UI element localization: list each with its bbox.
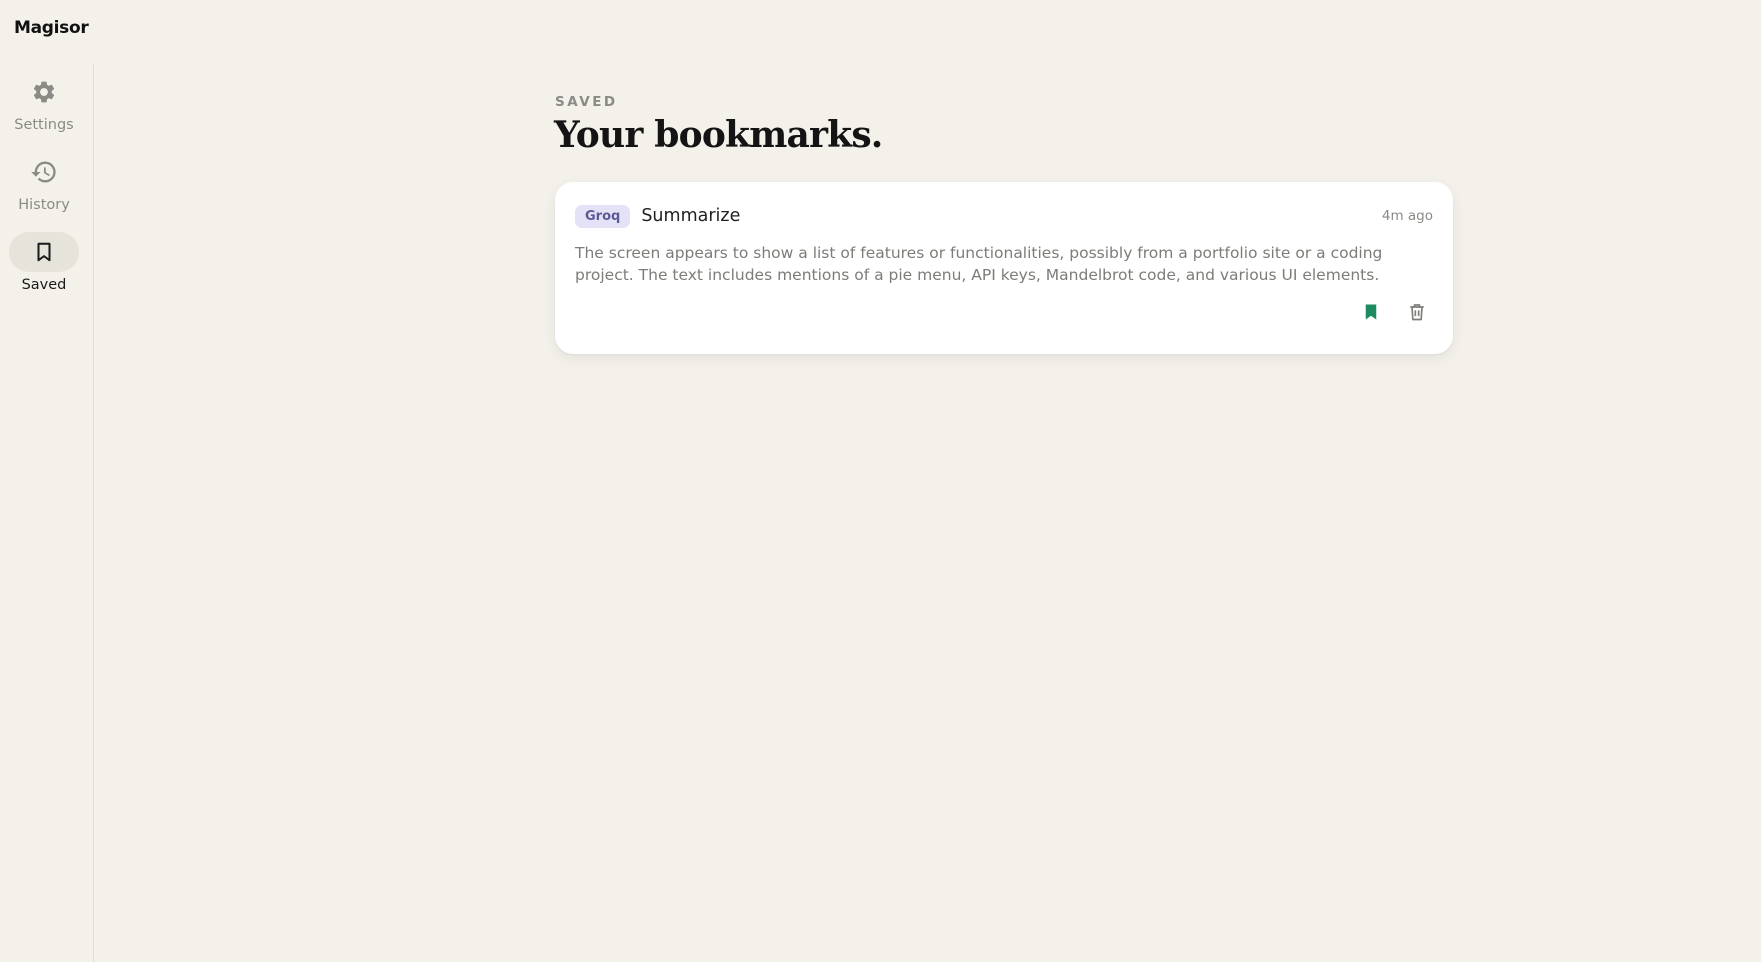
provider-badge: Groq xyxy=(575,204,631,228)
bookmark-icon-wrap xyxy=(9,232,79,272)
unbookmark-button[interactable] xyxy=(1359,300,1383,324)
sidebar: Settings History Saved xyxy=(0,64,94,962)
sidebar-item-label: History xyxy=(18,197,70,213)
sidebar-item-settings[interactable]: Settings xyxy=(0,72,88,133)
app-title: Magisor xyxy=(14,18,89,38)
history-icon-wrap xyxy=(9,152,79,192)
bookmark-text: The screen appears to show a list of fea… xyxy=(575,244,1383,284)
sidebar-item-label: Settings xyxy=(14,117,74,133)
settings-icon-wrap xyxy=(9,72,79,112)
sidebar-item-label: Saved xyxy=(21,277,67,293)
bookmark-actions xyxy=(1359,300,1429,324)
gear-icon xyxy=(33,81,55,103)
bookmark-card-header: Groq Summarize 4m ago xyxy=(575,202,1433,230)
history-icon xyxy=(31,161,56,183)
bookmark-icon xyxy=(37,242,51,262)
page-title: Your bookmarks. xyxy=(554,114,883,156)
sidebar-item-saved[interactable]: Saved xyxy=(0,232,88,293)
bookmark-timestamp: 4m ago xyxy=(1381,208,1433,224)
sidebar-item-history[interactable]: History xyxy=(0,152,88,213)
delete-button[interactable] xyxy=(1405,300,1429,324)
trash-icon xyxy=(1410,304,1424,321)
bookmark-filled-icon xyxy=(1365,304,1377,320)
page-eyebrow: SAVED xyxy=(555,94,618,110)
bookmark-card[interactable]: Groq Summarize 4m ago The screen appears… xyxy=(555,182,1453,354)
bookmark-action-title: Summarize xyxy=(641,206,741,226)
